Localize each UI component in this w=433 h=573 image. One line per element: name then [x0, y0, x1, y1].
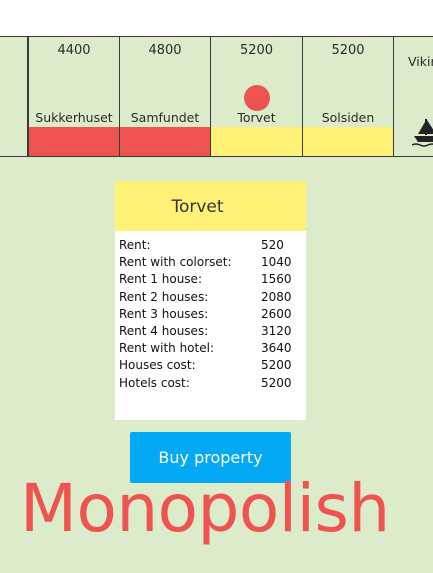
property-row: 4400 Sukkerhuset 4800 Samfundet 5200 Tor… — [0, 36, 433, 157]
color-band-yellow — [211, 127, 302, 156]
rent-label: Rent with hotel: — [119, 341, 214, 356]
player-token — [243, 85, 270, 111]
rent-value: 2080 — [261, 289, 292, 304]
tile-sukkerhuset[interactable]: 4400 Sukkerhuset — [28, 36, 120, 157]
rent-label: Rent 4 houses: — [119, 323, 209, 338]
rent-value: 5200 — [261, 375, 292, 390]
top-blank-area — [0, 0, 433, 36]
tile-price: 5200 — [239, 43, 274, 58]
rent-row: Houses cost: 5200 — [119, 358, 302, 375]
rent-row: Rent 4 houses: 3120 — [119, 324, 302, 341]
game-board: 4400 Sukkerhuset 4800 Samfundet 5200 Tor… — [0, 0, 433, 573]
rent-value: 1560 — [261, 272, 292, 287]
rent-row: Rent 3 houses: 2600 — [119, 307, 302, 324]
property-card: Torvet Rent: 520 Rent with colorset: 104… — [115, 181, 306, 420]
tile-sukkerhuset[interactable] — [0, 36, 28, 157]
rent-label: Rent: — [119, 238, 151, 252]
tile-price: 5200 — [331, 43, 365, 58]
tile-torvet[interactable]: 5200 Torvet — [211, 36, 303, 157]
tile-name: Torvet — [237, 110, 276, 125]
tile-name: Solsiden — [321, 110, 375, 125]
rent-row: Hotels cost: 5200 — [119, 376, 302, 393]
rent-label: Rent 2 houses: — [119, 289, 209, 304]
property-card-title: Torvet — [171, 197, 224, 217]
game-logo: Monopolish — [20, 470, 390, 547]
rent-value: 5200 — [261, 358, 292, 373]
tile-solsiden[interactable]: 5200 Solsiden — [303, 36, 394, 157]
rent-value: 3120 — [261, 323, 292, 338]
tile-name: Sukkerhuset — [35, 110, 113, 125]
tile-name: Vikin — [408, 54, 433, 69]
rent-label: Rent with colorset: — [119, 255, 232, 270]
tile-samfundet[interactable]: 4800 Samfundet — [120, 36, 211, 157]
color-band-yellow — [303, 127, 393, 156]
tile-name: Samfundet — [130, 110, 200, 125]
ship-icon — [412, 119, 433, 147]
color-band-red — [29, 127, 119, 156]
rent-label: Rent 3 houses: — [119, 306, 209, 321]
rent-label: Rent 1 house: — [119, 272, 202, 287]
rent-value: 1040 — [261, 255, 292, 270]
color-band-red — [120, 127, 210, 156]
rent-row: Rent with colorset: 1040 — [119, 255, 302, 272]
rent-value: 2600 — [261, 306, 292, 321]
rent-value: 520 — [261, 238, 284, 252]
rent-row: Rent with hotel: 3640 — [119, 341, 302, 358]
rent-label: Houses cost: — [119, 358, 196, 373]
rent-value: 3640 — [261, 341, 292, 356]
rent-row: Rent: 520 — [119, 238, 302, 255]
rent-label: Hotels cost: — [119, 375, 190, 390]
tile-price: 4400 — [57, 43, 91, 58]
rent-table: Rent: 520 Rent with colorset: 1040 Rent … — [119, 238, 302, 393]
property-card-header: Torvet — [115, 181, 306, 231]
tile-vikin[interactable]: Vikin — [394, 36, 433, 157]
rent-row: Rent 1 house: 1560 — [119, 272, 302, 289]
tile-price: 4800 — [148, 43, 182, 58]
rent-row: Rent 2 houses: 2080 — [119, 290, 302, 307]
